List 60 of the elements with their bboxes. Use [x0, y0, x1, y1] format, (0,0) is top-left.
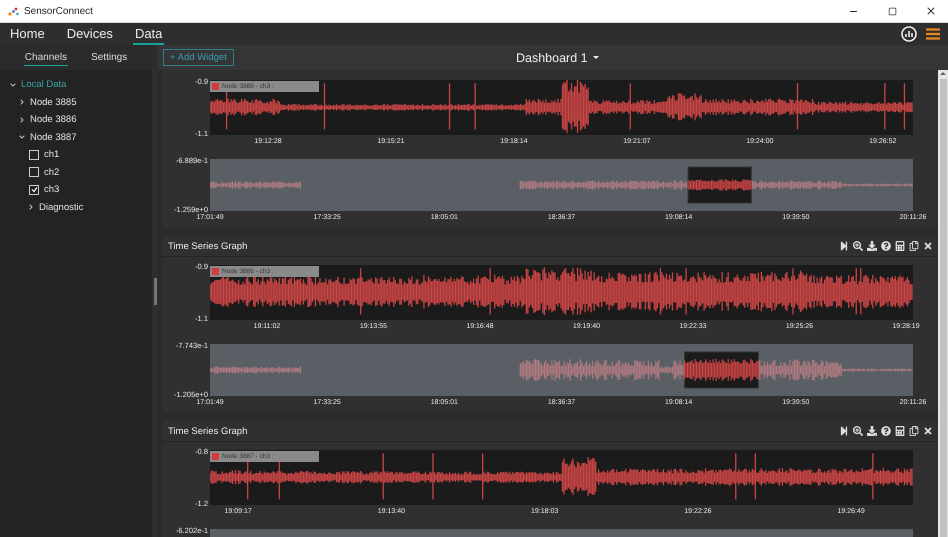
caret-icon: [592, 56, 599, 59]
checkbox[interactable]: [29, 150, 39, 160]
checkbox[interactable]: [29, 167, 39, 178]
widget-title: Time Series Graph: [168, 240, 248, 252]
chevron-down-icon[interactable]: [19, 134, 25, 140]
maximize-icon[interactable]: [888, 6, 896, 16]
app-logo-icon: [8, 6, 19, 16]
menu-icon[interactable]: [926, 28, 940, 40]
close-icon[interactable]: [923, 241, 933, 251]
chevron-right-icon[interactable]: [19, 116, 25, 123]
tree-label: ch3: [44, 184, 60, 196]
window-title: SensorConnect: [24, 6, 94, 16]
nav-tab[interactable]: Home: [8, 23, 47, 45]
splitter-handle[interactable]: [154, 278, 156, 304]
calculator-icon[interactable]: [895, 241, 905, 251]
tree-item[interactable]: Diagnostic: [10, 198, 152, 216]
tree-item[interactable]: Node 3886: [10, 111, 152, 128]
skip-to-end-icon[interactable]: [839, 426, 849, 436]
chevron-down-icon[interactable]: [10, 82, 16, 88]
tree-label: Node 3887: [30, 132, 76, 143]
scrollbar-thumb[interactable]: [940, 79, 946, 537]
chevron-right-icon[interactable]: [28, 204, 34, 210]
tree-item[interactable]: Node 3885: [10, 94, 152, 111]
zoom-icon[interactable]: [853, 241, 863, 251]
sidebar-tab[interactable]: Channels: [24, 50, 68, 66]
legend-swatch: [212, 453, 219, 460]
dashboard-dropdown[interactable]: Dashboard 1: [514, 48, 601, 66]
add-widget-button[interactable]: + Add Widget: [163, 49, 234, 66]
tree-item[interactable]: ch2: [10, 164, 152, 181]
tree-label: Node 3885: [30, 96, 76, 108]
close-icon[interactable]: [923, 426, 933, 436]
copy-icon[interactable]: [909, 426, 919, 436]
tree-label: Local Data: [21, 79, 66, 90]
legend-swatch: [212, 83, 219, 90]
tree-label: ch1: [44, 149, 60, 160]
tree-label: ch2: [44, 166, 60, 178]
tree-item[interactable]: Local Data: [10, 76, 152, 94]
calculator-icon[interactable]: [895, 426, 905, 436]
tree-label: Diagnostic: [39, 202, 84, 213]
copy-icon[interactable]: [909, 241, 919, 251]
legend-swatch: [212, 268, 219, 275]
scroll-up-icon[interactable]: [940, 72, 946, 75]
download-icon[interactable]: [867, 241, 877, 251]
tree-item[interactable]: ch1: [10, 146, 152, 164]
tree-item[interactable]: Node 3887: [10, 128, 152, 146]
download-icon[interactable]: [867, 426, 877, 436]
help-icon[interactable]: [881, 241, 891, 251]
sidebar-tab[interactable]: Settings: [90, 50, 128, 66]
checkbox[interactable]: [29, 184, 39, 195]
zoom-icon[interactable]: [853, 426, 863, 436]
nav-tab[interactable]: Devices: [64, 23, 115, 45]
widget-title: Time Series Graph: [168, 426, 248, 436]
help-icon[interactable]: [881, 426, 891, 436]
tree-item[interactable]: ch3: [10, 181, 152, 198]
close-icon[interactable]: [925, 5, 937, 17]
tree-label: Node 3886: [30, 114, 76, 126]
chevron-right-icon[interactable]: [19, 99, 25, 106]
scrollbar[interactable]: [938, 70, 948, 537]
cloud-chart-icon[interactable]: [900, 26, 918, 42]
skip-to-end-icon[interactable]: [839, 241, 849, 251]
